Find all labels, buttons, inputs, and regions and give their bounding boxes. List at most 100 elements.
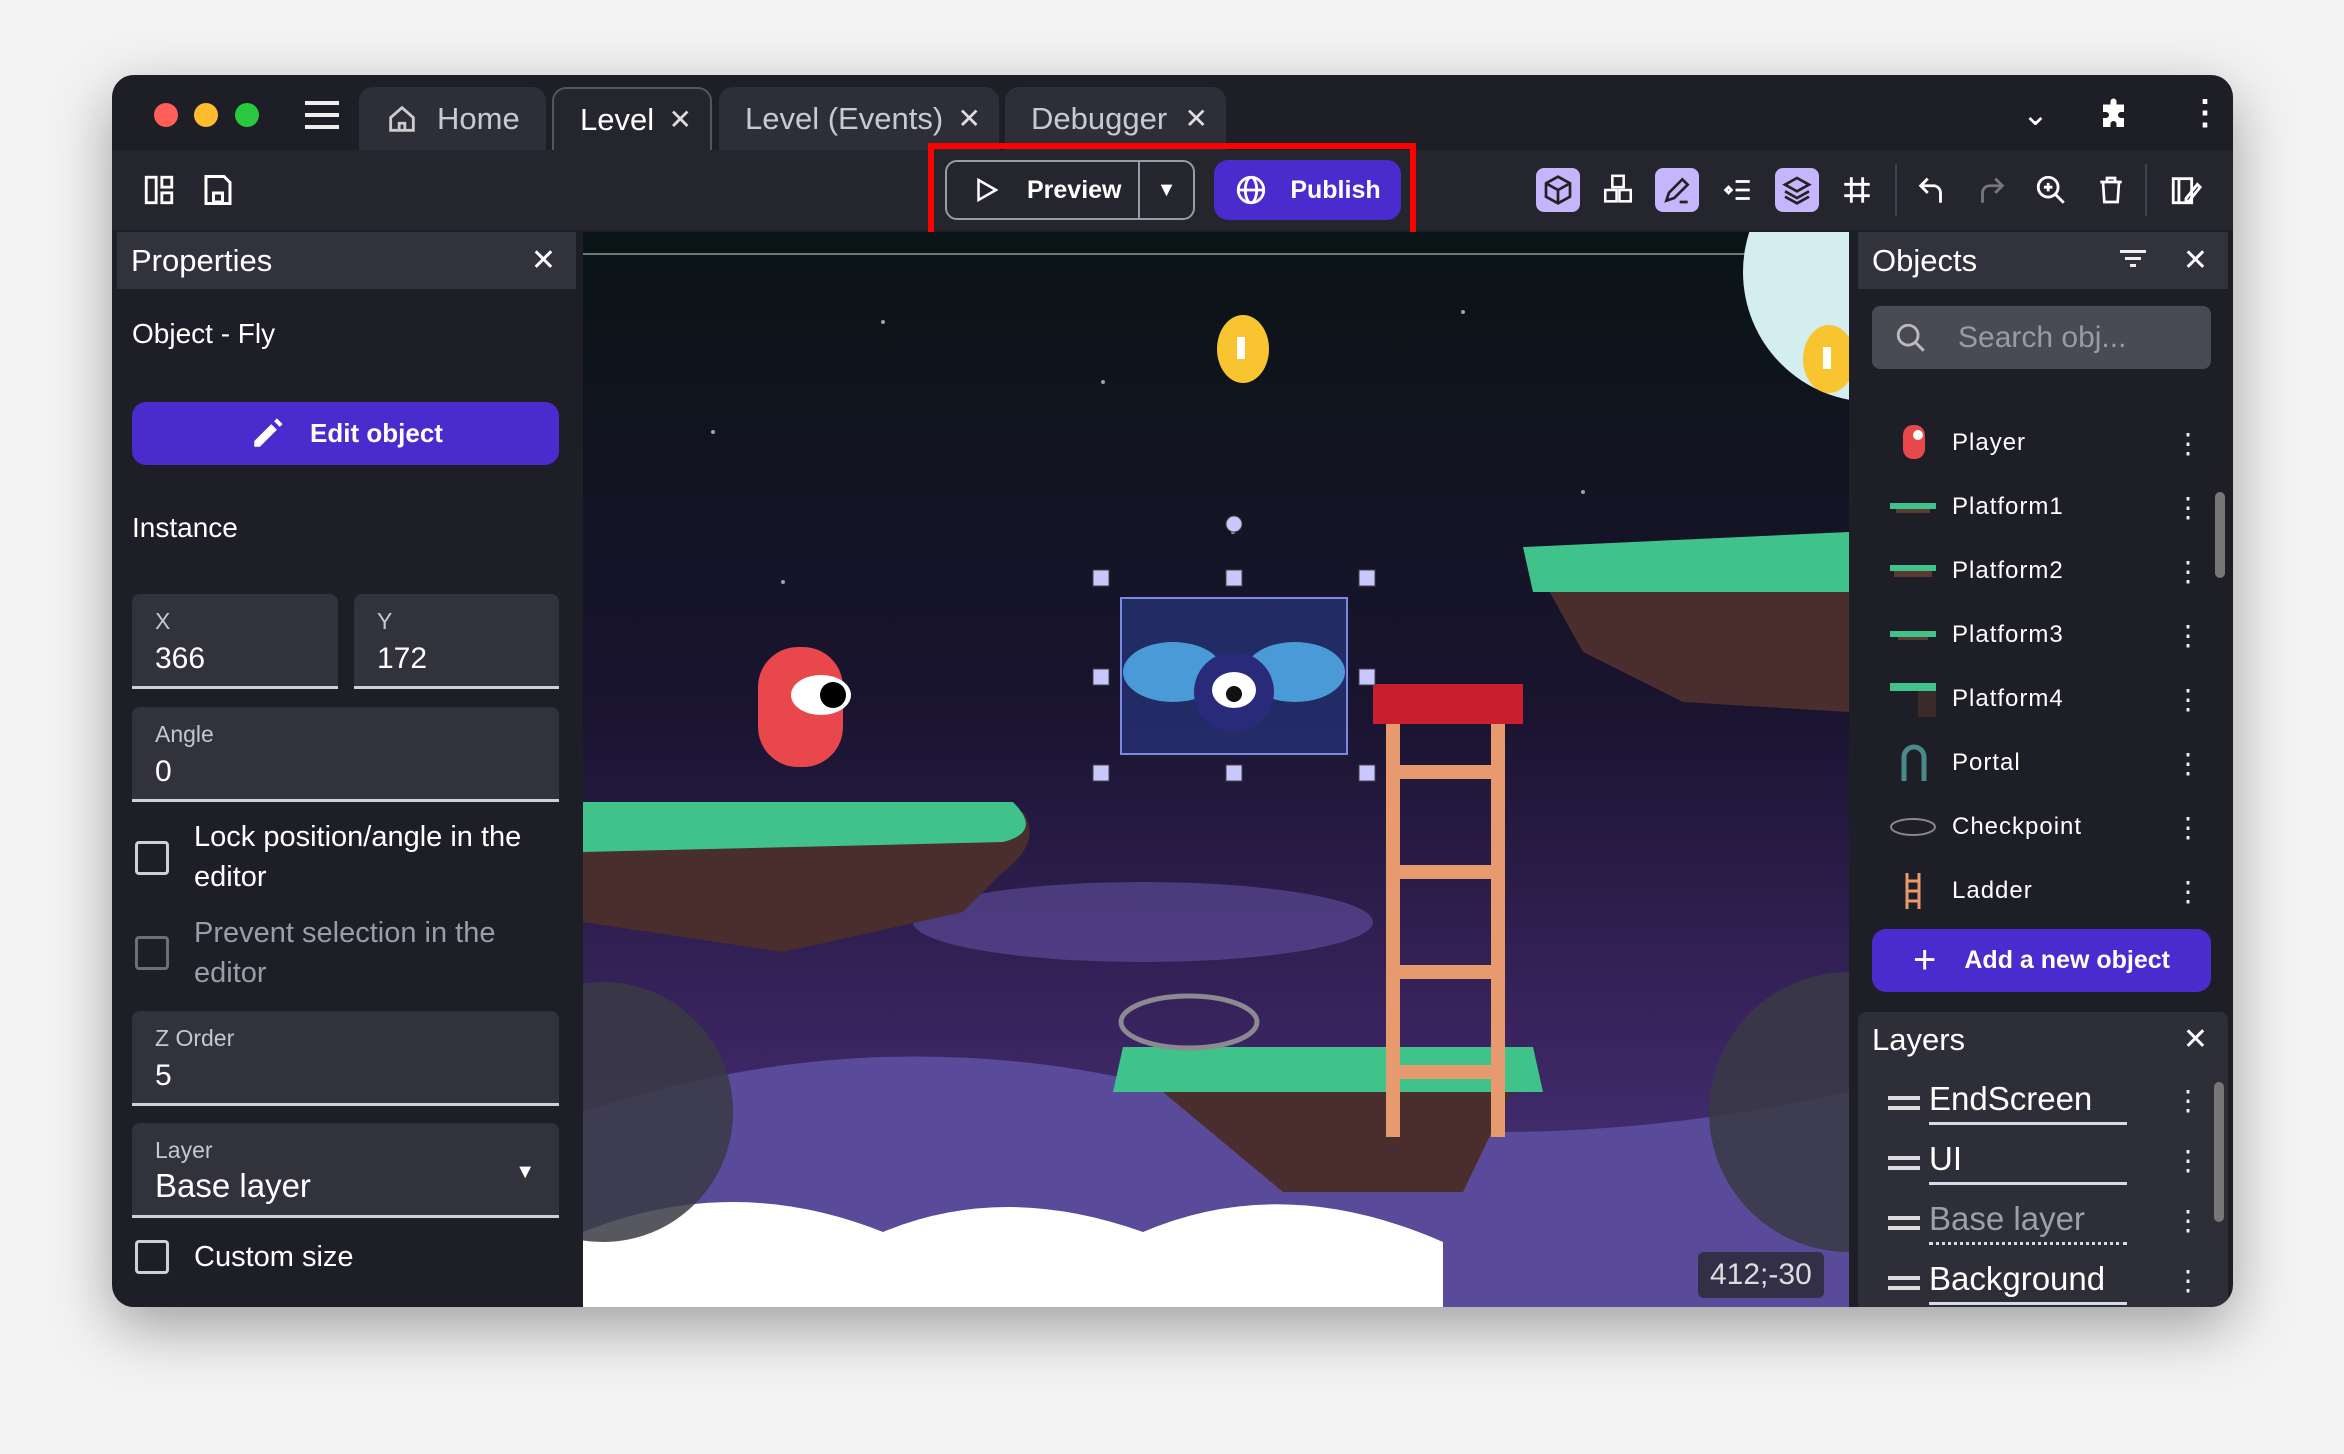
list-item[interactable]: Platform4 ⋮ [1858, 671, 2202, 727]
layer-item[interactable]: UI ⋮ [1858, 1134, 2228, 1192]
close-window-button[interactable] [154, 103, 178, 127]
properties-edit-icon[interactable] [1655, 168, 1699, 212]
layer-item[interactable]: Background ⋮ [1858, 1254, 2228, 1307]
filter-icon[interactable] [2120, 250, 2146, 268]
layer-item-selected[interactable]: Base layer ⋮ [1858, 1194, 2228, 1252]
menu-icon[interactable] [305, 101, 339, 129]
tab-level[interactable]: Level ✕ [552, 87, 712, 150]
more-icon[interactable]: ⋮ [2174, 1264, 2202, 1297]
more-icon[interactable]: ⋮ [2174, 683, 2202, 716]
scene-properties-icon[interactable] [2164, 168, 2208, 212]
more-icon[interactable]: ⋮ [2174, 619, 2202, 652]
close-icon[interactable]: ✕ [2183, 243, 2208, 278]
x-field[interactable]: X 366 [132, 594, 338, 689]
list-item[interactable]: Platform2 ⋮ [1858, 543, 2202, 599]
objects-header: Objects ✕ [1858, 232, 2228, 289]
tab-debugger[interactable]: Debugger ✕ [1005, 87, 1226, 150]
layer-name[interactable]: Base layer [1929, 1200, 2127, 1245]
object-name: Platform2 [1952, 557, 2064, 584]
close-icon[interactable]: ✕ [2183, 1022, 2208, 1057]
y-field[interactable]: Y 172 [354, 594, 559, 689]
divider [1895, 164, 1897, 216]
coin [1217, 315, 1269, 383]
redo-icon[interactable] [1969, 168, 2013, 212]
drag-handle-icon[interactable] [1888, 1216, 1920, 1230]
chevron-down-icon[interactable]: ⌄ [2022, 95, 2049, 133]
add-object-button[interactable]: + Add a new object [1872, 929, 2211, 992]
player-icon [1903, 425, 1925, 459]
close-tab-icon[interactable]: ✕ [958, 102, 981, 135]
minimize-window-button[interactable] [194, 103, 218, 127]
layer-name[interactable]: UI [1929, 1140, 2127, 1185]
cursor-coordinates: 412;-30 [1698, 1252, 1824, 1298]
edit-object-button[interactable]: Edit object [132, 402, 559, 465]
panel-title: Properties [131, 242, 273, 278]
layer-select[interactable]: Layer Base layer ▼ [132, 1123, 559, 1218]
object-groups-icon[interactable] [1596, 168, 1640, 212]
more-menu-icon[interactable]: ⋮ [2188, 93, 2222, 133]
field-label: Y [377, 608, 393, 634]
prevent-selection-checkbox[interactable] [135, 936, 169, 970]
list-item[interactable]: Portal ⋮ [1858, 735, 2202, 791]
custom-size-label: Custom size [194, 1241, 354, 1273]
search-input[interactable]: Search obj... [1872, 306, 2211, 369]
field-value: 5 [155, 1059, 172, 1092]
custom-size-checkbox[interactable] [135, 1240, 169, 1274]
maximize-window-button[interactable] [235, 103, 259, 127]
more-icon[interactable]: ⋮ [2174, 1084, 2202, 1117]
close-icon[interactable]: ✕ [531, 243, 556, 278]
drag-handle-icon[interactable] [1888, 1276, 1920, 1290]
object-name: Platform1 [1952, 493, 2064, 520]
search-placeholder: Search obj... [1958, 320, 2127, 354]
plus-icon: + [1913, 938, 1937, 982]
tab-home[interactable]: Home [359, 87, 546, 150]
preview-button[interactable]: Preview [947, 162, 1140, 218]
zoom-icon[interactable] [2029, 168, 2073, 212]
layer-name[interactable]: EndScreen [1929, 1080, 2127, 1125]
more-icon[interactable]: ⋮ [2174, 875, 2202, 908]
z-order-field[interactable]: Z Order 5 [132, 1011, 559, 1106]
list-item[interactable]: Player ⋮ [1858, 415, 2202, 471]
instances-list-icon[interactable] [1715, 168, 1759, 212]
more-icon[interactable]: ⋮ [2174, 747, 2202, 780]
list-item[interactable]: Ladder ⋮ [1858, 863, 2202, 919]
preview-options-dropdown[interactable]: ▼ [1140, 179, 1193, 202]
more-icon[interactable]: ⋮ [2174, 555, 2202, 588]
close-tab-icon[interactable]: ✕ [1185, 102, 1208, 135]
close-tab-icon[interactable]: ✕ [669, 103, 692, 136]
more-icon[interactable]: ⋮ [2174, 491, 2202, 524]
object-list: Player ⋮ Platform1 ⋮ Platform2 ⋮ Platform3 ⋮… [1858, 382, 2228, 909]
layers-icon[interactable] [1775, 168, 1819, 212]
panels-layout-icon[interactable] [142, 172, 176, 208]
delete-icon[interactable] [2089, 168, 2133, 212]
save-icon[interactable] [200, 172, 236, 208]
more-icon[interactable]: ⋮ [2174, 427, 2202, 460]
drag-handle-icon[interactable] [1888, 1096, 1920, 1110]
publish-button[interactable]: Publish [1214, 160, 1401, 220]
publish-label: Publish [1290, 175, 1381, 204]
layer-name[interactable]: Background [1929, 1260, 2127, 1305]
extensions-puzzle-icon[interactable] [2097, 97, 2133, 133]
list-item[interactable]: Platform3 ⋮ [1858, 607, 2202, 663]
scrollbar[interactable] [2214, 1082, 2224, 1222]
undo-icon[interactable] [1910, 168, 1954, 212]
more-icon[interactable]: ⋮ [2174, 1204, 2202, 1237]
drag-handle-icon[interactable] [1888, 1156, 1920, 1170]
lock-position-checkbox[interactable] [135, 841, 169, 875]
scene-canvas[interactable]: 412;-30 [583, 232, 1849, 1307]
object-name-label: Object - Fly [132, 318, 276, 349]
angle-field[interactable]: Angle 0 [132, 707, 559, 802]
properties-panel: Properties ✕ Object - Fly Edit object In… [117, 232, 576, 1307]
list-item[interactable]: Checkpoint ⋮ [1858, 799, 2202, 855]
lock-position-label: Lock position/angle in the editor [194, 821, 522, 893]
scrollbar[interactable] [2215, 492, 2225, 578]
list-item[interactable]: Platform1 ⋮ [1858, 479, 2202, 535]
object-editor-icon[interactable] [1536, 168, 1580, 212]
grid-icon[interactable] [1835, 168, 1879, 212]
field-value: 366 [155, 642, 206, 675]
more-icon[interactable]: ⋮ [2174, 811, 2202, 844]
play-icon [977, 177, 999, 203]
layer-item[interactable]: EndScreen ⋮ [1858, 1074, 2228, 1132]
tab-level-events[interactable]: Level (Events) ✕ [719, 87, 999, 150]
more-icon[interactable]: ⋮ [2174, 1144, 2202, 1177]
